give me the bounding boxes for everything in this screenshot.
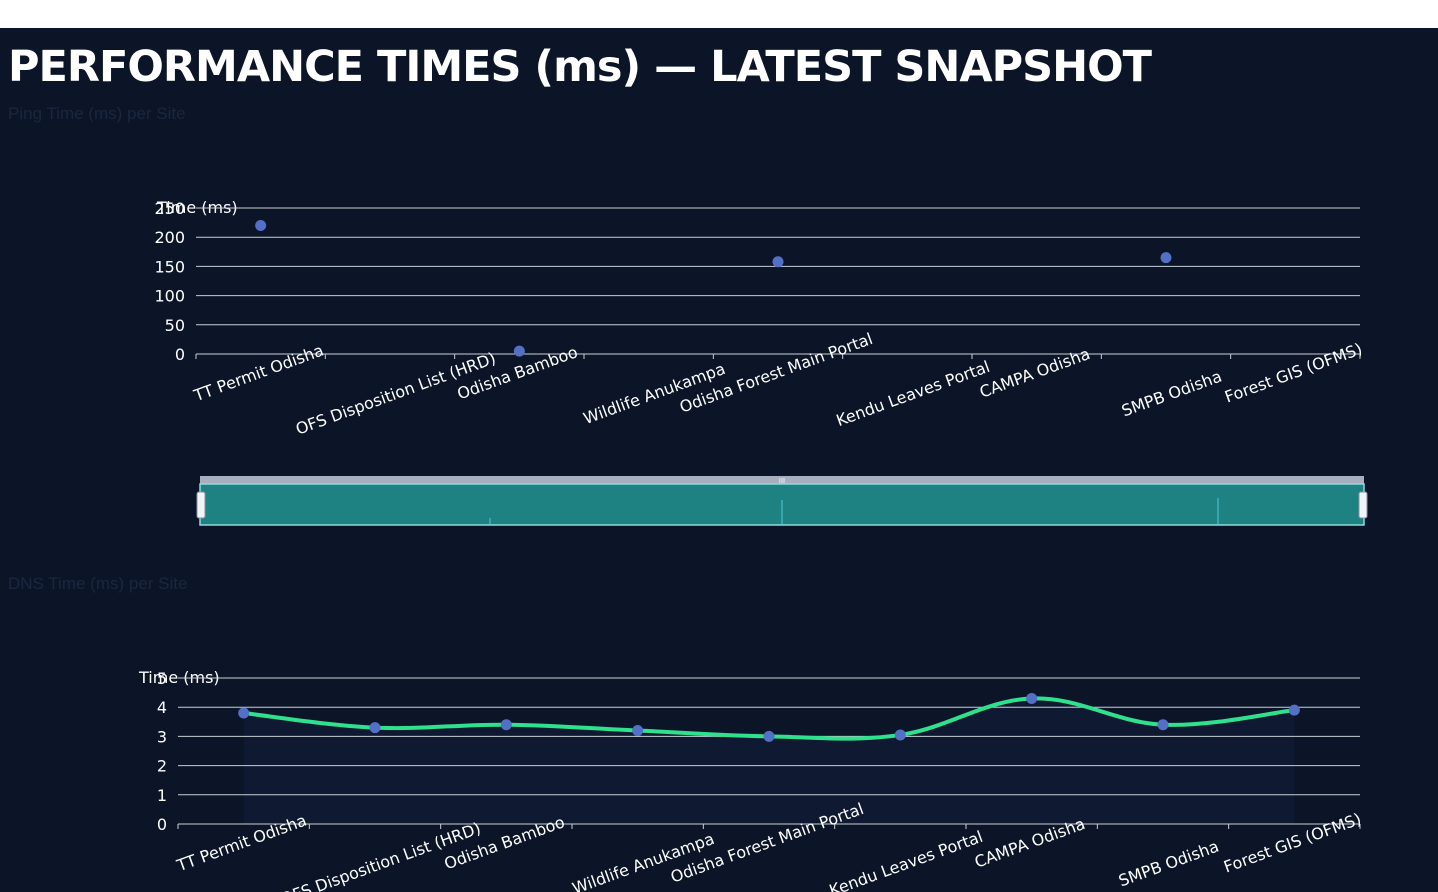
- data-zoom-left-handle[interactable]: [196, 491, 206, 519]
- y-tick-label: 3: [157, 727, 167, 746]
- dns-time-chart[interactable]: Time (ms)012345TT Permit OdishaOFS Dispo…: [0, 628, 1438, 892]
- data-point: [894, 729, 906, 741]
- y-tick-label: 250: [154, 199, 185, 218]
- ping-time-chart[interactable]: Time (ms)050100150200250TT Permit Odisha…: [0, 158, 1438, 468]
- data-point: [369, 722, 381, 734]
- dns-chart-title: DNS Time (ms) per Site: [8, 574, 188, 593]
- data-point: [255, 220, 267, 232]
- data-point: [238, 707, 250, 719]
- data-point: [763, 730, 775, 742]
- data-point: [1026, 692, 1038, 704]
- dashboard-page: PERFORMANCE TIMES (ms) — LATEST SNAPSHOT…: [0, 28, 1438, 892]
- data-point: [1160, 252, 1172, 264]
- page-title: PERFORMANCE TIMES (ms) — LATEST SNAPSHOT: [8, 42, 1152, 92]
- series-area: [243, 698, 1295, 824]
- x-tick-label: TT Permit Odisha: [173, 811, 309, 876]
- x-tick-label: CAMPA Odisha: [977, 344, 1093, 402]
- y-tick-label: 0: [175, 345, 185, 364]
- y-tick-label: 5: [157, 669, 167, 688]
- x-tick-label: Kendu Leaves Portal: [834, 357, 993, 430]
- x-tick-label: TT Permit Odisha: [190, 341, 326, 406]
- ping-chart-title: Ping Time (ms) per Site: [8, 104, 186, 123]
- data-point: [1288, 704, 1300, 716]
- y-tick-label: 150: [154, 257, 185, 276]
- data-point: [632, 725, 644, 737]
- y-tick-label: 50: [165, 316, 185, 335]
- data-point: [500, 719, 512, 731]
- data-zoom-right-handle[interactable]: [1358, 491, 1368, 519]
- x-tick-label: Forest GIS (OFMS): [1222, 339, 1365, 406]
- y-tick-label: 0: [157, 815, 167, 834]
- data-point: [1157, 719, 1169, 731]
- data-point: [513, 345, 525, 357]
- data-point: [772, 256, 784, 268]
- data-zoom-slider[interactable]: III: [196, 476, 1368, 530]
- y-tick-label: 1: [157, 786, 167, 805]
- y-tick-label: 2: [157, 757, 167, 776]
- x-tick-label: Kendu Leaves Portal: [827, 827, 986, 892]
- y-tick-label: 200: [154, 228, 185, 247]
- x-tick-label: SMPB Odisha: [1119, 367, 1224, 421]
- y-tick-label: 100: [154, 287, 185, 306]
- x-tick-label: SMPB Odisha: [1116, 837, 1221, 891]
- y-tick-label: 4: [157, 698, 167, 717]
